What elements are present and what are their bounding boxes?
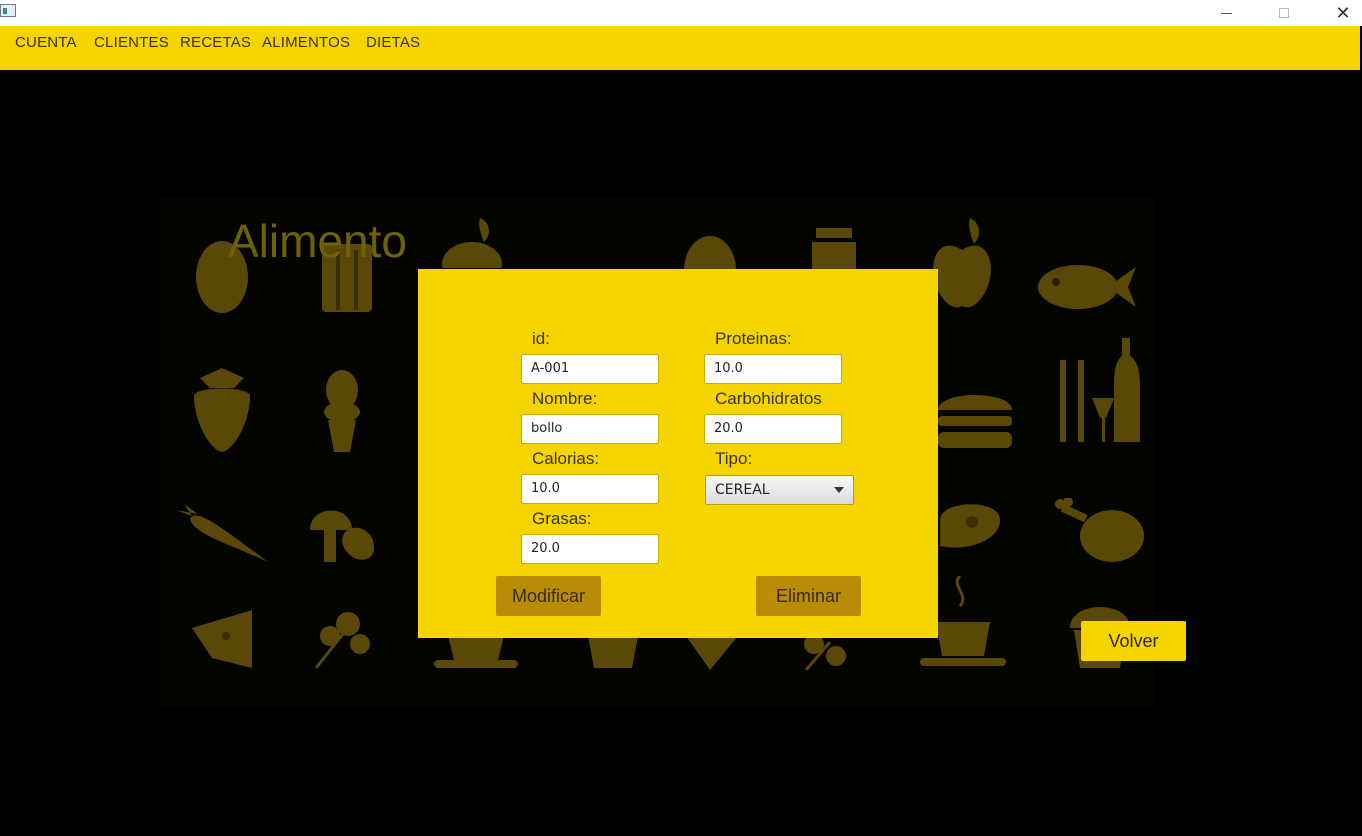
menu-dietas[interactable]: DIETAS [366,34,420,51]
tipo-select[interactable]: CEREAL [705,475,854,505]
carbohidratos-label: Carbohidratos [715,389,822,408]
modificar-button[interactable]: Modificar [496,576,601,616]
page-title: Alimento [228,215,407,267]
carbohidratos-field[interactable]: 20.0 [704,414,842,444]
id-label: id: [532,329,550,348]
menu-cuenta[interactable]: CUENTA [15,34,77,51]
proteinas-field[interactable]: 10.0 [704,354,842,384]
ice-cream-icon [324,368,360,452]
minimize-icon[interactable] [1203,0,1249,26]
calorias-field[interactable]: 10.0 [521,474,659,504]
nombre-field[interactable]: bollo [521,414,659,444]
cheese-icon [686,636,738,670]
egg-icon [684,234,736,270]
menu-recetas[interactable]: RECETAS [180,34,251,51]
eliminar-button[interactable]: Eliminar [756,576,861,616]
window-titlebar: ✕ [0,0,1362,26]
parsley-icon [800,636,858,670]
close-icon[interactable]: ✕ [1320,0,1362,26]
maximize-icon[interactable] [1261,0,1307,26]
food-edit-dialog: id: A-001 Nombre: bollo Calorias: 10.0 G… [418,269,938,638]
milk-carton-icon [810,228,858,270]
calorias-label: Calorias: [532,449,600,468]
coffee-cup-icon [434,636,518,670]
strawberry-icon [190,366,254,454]
apple-icon [930,218,994,312]
chicken-leg-icon [1054,498,1146,564]
grasas-field[interactable]: 20.0 [521,534,659,564]
grasas-label: Grasas: [532,509,592,528]
app-window-icon [0,4,16,17]
menu-clientes[interactable]: CLIENTES [94,34,169,51]
chevron-down-icon [834,487,844,493]
nombre-label: Nombre: [532,389,598,408]
cheese-icon [192,610,254,668]
mushroom-icon [308,506,376,564]
cupcake-icon [588,636,638,668]
tipo-selected-value: CEREAL [715,482,770,498]
id-field[interactable]: A-001 [521,354,659,384]
apple-icon [440,218,504,268]
burger-icon [938,386,1012,452]
proteinas-label: Proteinas: [715,329,792,348]
volver-button[interactable]: Volver [1081,621,1186,661]
menu-bar: CUENTA CLIENTES RECETAS ALIMENTOS DIETAS [0,26,1360,70]
fish-icon [1038,262,1138,312]
menu-alimentos[interactable]: ALIMENTOS [262,34,350,51]
carrot-icon [176,500,270,564]
tipo-label: Tipo: [715,449,753,468]
parsley-icon [310,610,374,670]
steak-icon [938,500,1002,550]
cutlery-wine-icon [1058,338,1144,446]
